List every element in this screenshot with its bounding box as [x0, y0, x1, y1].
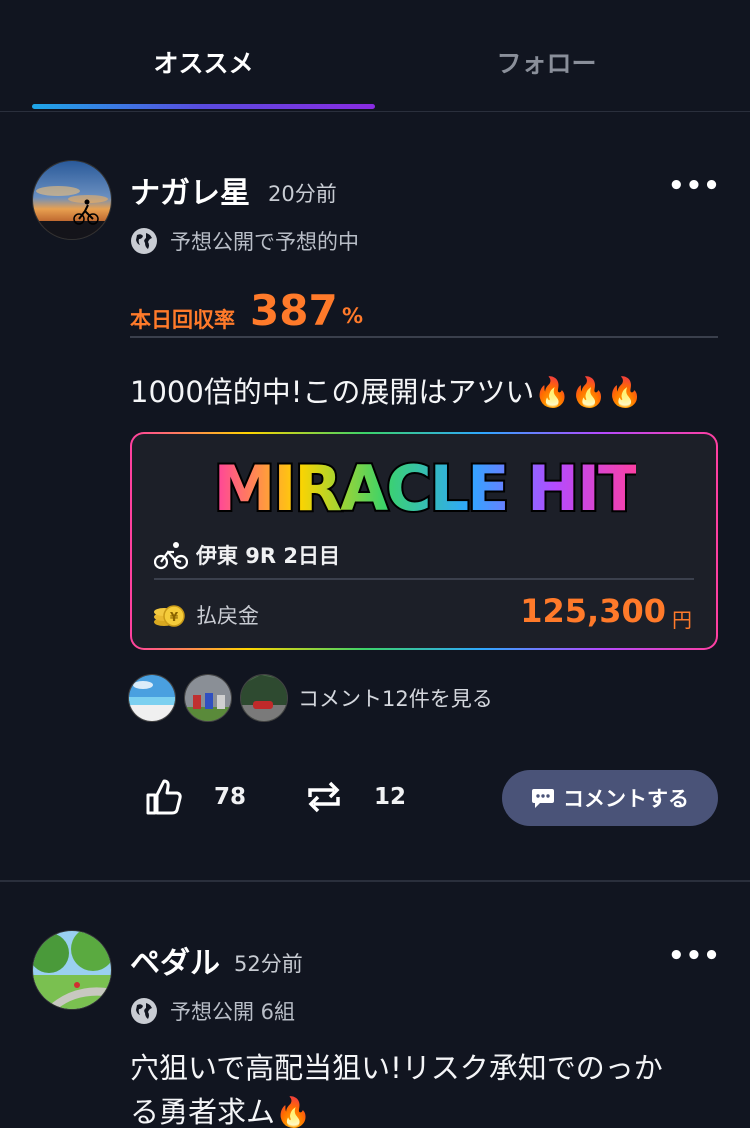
globe-icon [131, 228, 157, 254]
car-avatar-image [241, 675, 287, 721]
coins-icon: ¥ [154, 605, 185, 627]
comment-button[interactable]: コメントする [502, 770, 718, 826]
avatar[interactable] [32, 930, 112, 1010]
post-time: 52分前 [234, 952, 303, 976]
active-tab-indicator [32, 104, 375, 109]
like-count: 78 [214, 784, 247, 810]
commenter-avatar [240, 674, 288, 722]
miracle-hit-logo-text: MIRACLE HIT [216, 454, 636, 524]
recovery-rate-unit: % [342, 304, 364, 328]
post-body-line-2: る勇者求ム🔥 [130, 1095, 312, 1128]
username[interactable]: ナガレ星 [130, 168, 250, 212]
tab-following[interactable]: フォロー [375, 44, 718, 84]
recovery-rate-value: 387 [250, 286, 338, 335]
recovery-rate: 本日回収率 387 % [130, 284, 718, 338]
beach-avatar-image [129, 675, 175, 721]
post-card: ナガレ星 20分前 ••• 予想公開で予想的中 本日回収率 387 % 1000… [0, 112, 750, 880]
payout-label: 払戻金 [196, 604, 259, 628]
recovery-rate-label: 本日回収率 [130, 308, 235, 332]
avatar[interactable] [32, 160, 112, 240]
commenter-avatar [128, 674, 176, 722]
sunset-cyclist-avatar-image [33, 161, 111, 239]
svg-text:¥: ¥ [170, 610, 179, 624]
comment-bubble-icon [532, 789, 554, 808]
commenter-avatar [184, 674, 232, 722]
card-divider [154, 578, 694, 580]
tab-recommended[interactable]: オススメ [32, 44, 375, 84]
like-action[interactable]: 78 [144, 774, 246, 820]
comment-button-label: コメントする [563, 787, 689, 811]
bicycle-icon [154, 542, 188, 570]
repost-count: 12 [374, 784, 407, 810]
tab-bar: オススメ フォロー [0, 0, 750, 112]
username[interactable]: ペダル [130, 938, 220, 982]
park-avatar-image [33, 931, 111, 1009]
globe-icon [131, 998, 157, 1024]
bikes-avatar-image [185, 675, 231, 721]
post-meta-text: 予想公開で予想的中 [170, 230, 359, 254]
more-options-button[interactable]: ••• [668, 943, 720, 969]
post-body-line-1: 穴狙いで高配当狙い!リスク承知でのっか [130, 1051, 663, 1085]
more-options-button[interactable]: ••• [668, 173, 720, 199]
thumbs-up-icon [146, 779, 182, 815]
post-time: 20分前 [268, 182, 337, 206]
payout-value: 125,300 [520, 592, 666, 630]
miracle-hit-logo: MIRACLE HIT [216, 454, 636, 524]
view-comments-link[interactable]: コメント12件を見る [298, 683, 493, 713]
race-name: 伊東 9R 2日目 [196, 544, 341, 568]
miracle-hit-card[interactable]: MIRACLE HIT 伊東 9R 2日目 ¥ 払戻金 125,300 円 [130, 432, 718, 650]
post-meta-text: 予想公開 6組 [170, 1000, 296, 1024]
post-card: ペダル 52分前 ••• 予想公開 6組 穴狙いで高配当狙い!リスク承知でのっか… [0, 882, 750, 1128]
post-meta: 予想公開で予想的中 [130, 226, 359, 256]
race-info: 伊東 9R 2日目 [154, 538, 340, 572]
repost-action[interactable]: 12 [304, 774, 406, 820]
post-body: 1000倍的中!この展開はアツい🔥🔥🔥 [130, 375, 643, 409]
payout-unit: 円 [672, 608, 692, 632]
repost-icon [308, 781, 340, 813]
commenter-avatars[interactable] [128, 674, 296, 722]
post-meta: 予想公開 6組 [130, 996, 295, 1026]
